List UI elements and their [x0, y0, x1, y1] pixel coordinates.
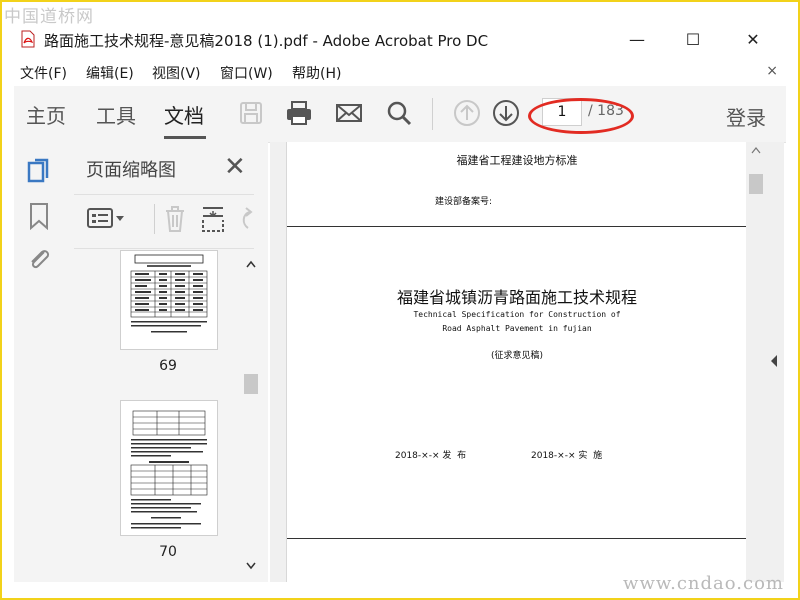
doc-header: 福建省工程建设地方标准 [456, 154, 578, 167]
page-thumbnails-icon[interactable] [26, 158, 52, 186]
active-tab-indicator [164, 136, 206, 139]
pdf-file-icon [21, 30, 35, 48]
doc-implement-date: 2018-×-× 实 施 [531, 451, 603, 461]
doc-draft-note: (征求意见稿) [490, 351, 544, 361]
doc-en-title-2: Road Asphalt Pavement in fujian [442, 324, 592, 333]
menu-file[interactable]: 文件(F) [20, 63, 67, 83]
toolbar: 主页 工具 文档 1 / 183 登录 [14, 86, 786, 143]
thumbnail-69-preview [130, 254, 208, 333]
panel-divider [74, 194, 254, 195]
thumbnails-panel: 页面缩略图 ✕ 69 70 [66, 142, 268, 582]
menu-close-button[interactable]: × [766, 63, 778, 79]
tab-document[interactable]: 文档 [164, 100, 204, 129]
scroll-up-icon[interactable] [246, 260, 256, 268]
insert-pages-icon[interactable] [200, 204, 226, 234]
doc-rule-top [287, 226, 747, 227]
window-title: 路面施工技术规程-意见稿2018 (1).pdf - Adobe Acrobat… [44, 32, 489, 50]
doc-publish-date: 2018-×-× 发 布 [395, 451, 467, 461]
panel-title: 页面缩略图 [86, 160, 176, 181]
login-button[interactable]: 登录 [726, 102, 766, 131]
document-view[interactable]: 福建省工程建设地方标准 建设部备案号: 福建省城镇沥青路面施工技术规程 Tech… [270, 142, 784, 582]
thumbnail-70-preview [130, 410, 208, 529]
menu-view[interactable]: 视图(V) [152, 63, 201, 83]
next-page-icon[interactable] [491, 98, 521, 128]
previous-page-icon[interactable] [452, 98, 482, 128]
document-page: 福建省工程建设地方标准 建设部备案号: 福建省城镇沥青路面施工技术规程 Tech… [286, 142, 748, 582]
doc-record-no: 建设部备案号: [435, 197, 493, 207]
title-bar: 路面施工技术规程-意见稿2018 (1).pdf - Adobe Acrobat… [2, 24, 798, 56]
menu-edit[interactable]: 编辑(E) [86, 63, 134, 83]
thumbnails-scroll-thumb[interactable] [244, 374, 258, 394]
options-menu-icon[interactable] [86, 206, 128, 232]
attachment-icon[interactable] [26, 246, 52, 274]
menu-window[interactable]: 窗口(W) [220, 63, 273, 83]
doc-scroll-thumb[interactable] [749, 174, 763, 194]
panel-close-button[interactable]: ✕ [224, 152, 246, 182]
bookmark-icon[interactable] [28, 202, 50, 230]
maximize-button[interactable]: ☐ [678, 26, 708, 54]
rotate-icon[interactable] [238, 206, 254, 232]
thumbnails-scrollbar[interactable] [242, 252, 260, 582]
doc-rule-bottom [287, 538, 747, 539]
print-icon[interactable] [284, 98, 314, 128]
annotation-oval [528, 98, 634, 134]
app-frame: 中国道桥网 路面施工技术规程-意见稿2018 (1).pdf - Adobe A… [0, 0, 800, 600]
toolbar-separator [432, 98, 433, 130]
close-window-button[interactable]: ✕ [738, 26, 768, 54]
menu-help[interactable]: 帮助(H) [292, 63, 341, 83]
panel-separator [154, 204, 155, 234]
thumbnail-page-70[interactable] [120, 400, 218, 536]
navigation-pane [14, 142, 67, 582]
doc-scroll-up-icon[interactable] [751, 146, 761, 154]
doc-main-title: 福建省城镇沥青路面施工技术规程 [396, 288, 637, 307]
email-icon[interactable] [334, 98, 364, 128]
tab-tools[interactable]: 工具 [96, 100, 136, 129]
search-icon[interactable] [384, 98, 414, 128]
watermark-bottom: www.cndao.com [623, 573, 784, 594]
menu-bar: 文件(F) 编辑(E) 视图(V) 窗口(W) 帮助(H) × [2, 60, 798, 84]
minimize-button[interactable]: — [622, 26, 652, 54]
scroll-down-icon[interactable] [246, 562, 256, 570]
thumbnail-label-70: 70 [159, 544, 177, 560]
doc-en-title-1: Technical Specification for Construction… [413, 310, 621, 319]
save-icon[interactable] [236, 98, 266, 128]
tab-home[interactable]: 主页 [26, 100, 66, 129]
panel-divider-lower [74, 248, 254, 249]
right-pane-toggle-icon[interactable] [770, 354, 778, 368]
document-scrollbar[interactable] [746, 142, 766, 582]
delete-icon[interactable] [162, 204, 188, 234]
thumbnail-label-69: 69 [159, 358, 177, 374]
thumbnail-page-69[interactable] [120, 250, 218, 350]
